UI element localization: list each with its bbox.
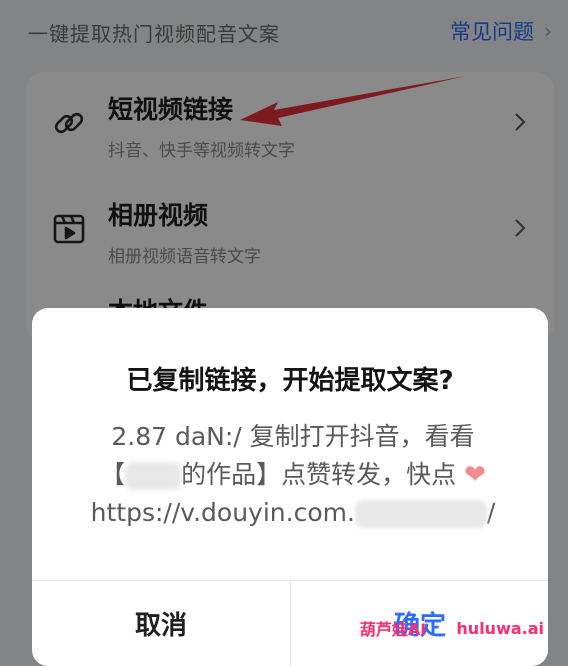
- dialog-message-line2: 【 的作品】点赞转发，快点 ❤: [78, 456, 508, 494]
- message-text: 的作品】点赞转发，快点: [181, 460, 457, 489]
- watermark-text: 葫芦娃AI: [359, 620, 427, 639]
- watermark: 葫芦娃AI • huluwa.ai: [360, 616, 544, 640]
- dialog-message-line3: https://v.douyin.com. /: [78, 494, 508, 532]
- heart-icon: ❤: [464, 460, 486, 490]
- dialog-title: 已复制链接，开始提取文案?: [126, 366, 454, 396]
- cancel-button[interactable]: 取消: [32, 580, 290, 666]
- dialog-message: 2.87 daN:/ 复制打开抖音，看看 【 的作品】点赞转发，快点 ❤ http…: [78, 418, 508, 532]
- share-url: https://v.douyin.com.: [90, 498, 355, 527]
- bracket-open: 【: [100, 460, 126, 489]
- dialog-message-line1: 2.87 daN:/ 复制打开抖音，看看: [111, 422, 475, 451]
- redacted-url-part: [354, 500, 487, 528]
- url-suffix: /: [486, 498, 496, 527]
- watermark-site: huluwa.ai: [456, 618, 544, 638]
- redacted-username: [125, 462, 182, 490]
- extract-confirm-dialog: 已复制链接，开始提取文案? 2.87 daN:/ 复制打开抖音，看看 【 的作品】…: [32, 308, 548, 666]
- watermark-dot: •: [436, 618, 447, 638]
